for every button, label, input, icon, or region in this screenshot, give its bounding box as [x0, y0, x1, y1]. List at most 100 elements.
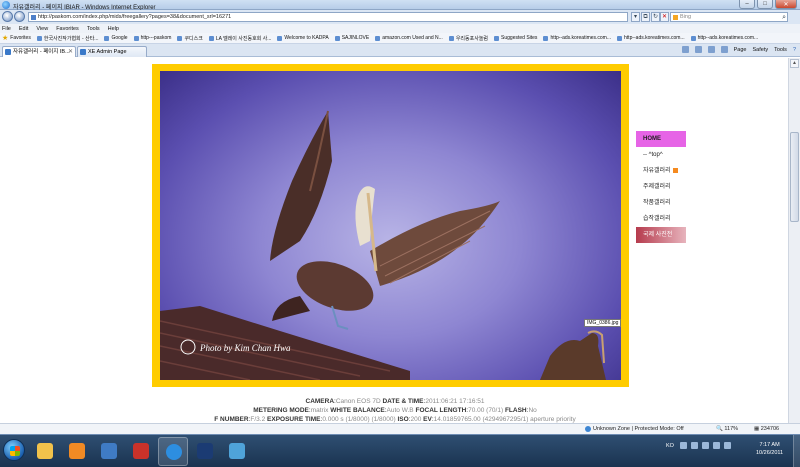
vertical-scrollbar[interactable]: ▲ ▼	[788, 58, 800, 434]
zoom-level[interactable]: 🔍 117%	[716, 424, 738, 434]
minimize-button[interactable]: –	[739, 0, 755, 9]
safety-menu[interactable]: Safety	[753, 47, 769, 53]
tools-menu[interactable]: Tools	[774, 47, 787, 53]
search-icon[interactable]: ⌕	[782, 13, 786, 22]
favorite-link[interactable]: LA 델레이 사진동호회 사...	[208, 35, 272, 42]
exif-info: CAMERA:Canon EOS 7D DATE & TIME:2011:06:…	[150, 397, 640, 424]
tab-admin[interactable]: XE Admin Page	[77, 46, 147, 57]
datetime-value: 2011:06:21 17:16:51	[425, 398, 485, 405]
site-icon	[334, 35, 340, 41]
clock-date: 10/26/2011	[756, 450, 784, 456]
start-button[interactable]	[3, 439, 25, 461]
page-menu[interactable]: Page	[734, 47, 747, 53]
maximize-button[interactable]: □	[757, 0, 773, 9]
favorite-link[interactable]: http--ads.koreatimes.com...	[543, 35, 611, 41]
scroll-thumb[interactable]	[790, 132, 799, 222]
url-field[interactable]: http://paskom.com/index.php/mids/freegal…	[28, 12, 628, 22]
tray-icon[interactable]	[680, 442, 687, 449]
stop-button[interactable]: ✕	[660, 12, 669, 22]
taskbar-media-player[interactable]	[62, 437, 92, 466]
tray-icon[interactable]	[691, 442, 698, 449]
scroll-up-icon[interactable]: ▲	[790, 59, 799, 68]
favorite-link-label: LA 델레이 사진동호회 사...	[215, 35, 272, 42]
menu-file[interactable]: File	[2, 26, 11, 32]
menu-free-gallery[interactable]: 자유갤러리	[636, 163, 686, 179]
menu-favorites[interactable]: Favorites	[56, 26, 79, 32]
site-icon	[133, 35, 139, 41]
pelican-photo[interactable]: Photo by Kim Chan Hwa IMG_0386.jpg	[160, 71, 621, 380]
url-dropdown-button[interactable]: ▾	[631, 12, 640, 22]
close-button[interactable]: ✕	[775, 0, 797, 9]
menu-international-exhibition[interactable]: 국제 사진전	[636, 227, 686, 243]
command-bar: Page Safety Tools ?	[681, 46, 796, 53]
favorite-link[interactable]: 쿠디스크	[177, 35, 203, 42]
taskbar-photoshop[interactable]	[190, 437, 220, 466]
favorite-link[interactable]: Google	[104, 35, 128, 41]
favorite-link[interactable]: 한국사진작가협회 - 산타...	[36, 35, 98, 42]
keyboard-language[interactable]: KO	[666, 443, 674, 449]
favorite-link-label: http--ads.koreatimes.com...	[624, 35, 685, 41]
print-icon[interactable]	[720, 46, 728, 53]
rss-icon	[672, 167, 678, 173]
favorite-link[interactable]: http--ads.koreatimes.com...	[617, 35, 685, 41]
menu-practice-gallery[interactable]: 습작갤러리	[636, 211, 686, 227]
close-tab-icon[interactable]: ✕	[68, 47, 73, 57]
menu-home[interactable]: HOME	[636, 131, 686, 147]
flag-icon[interactable]	[724, 442, 731, 449]
home-icon[interactable]	[681, 46, 689, 53]
menu-edit[interactable]: Edit	[19, 26, 28, 32]
taskbar-filezilla[interactable]	[126, 437, 156, 466]
menu-tools[interactable]: Tools	[87, 26, 100, 32]
taskbar-explorer[interactable]	[30, 437, 60, 466]
tray-icons	[680, 442, 731, 449]
photo-frame: Photo by Kim Chan Hwa IMG_0386.jpg	[152, 64, 629, 387]
clock[interactable]: 7:17 AM 10/26/2011	[756, 441, 783, 457]
page-content: Photo by Kim Chan Hwa IMG_0386.jpg HOME …	[0, 58, 788, 434]
network-icon[interactable]	[702, 442, 709, 449]
counter-value: 234706	[760, 426, 780, 432]
menu-works-gallery[interactable]: 작품갤러리	[636, 195, 686, 211]
forward-button[interactable]: ›	[14, 11, 25, 22]
filezilla-icon	[133, 443, 149, 459]
favorite-link[interactable]: SAJINLOVE	[334, 35, 369, 41]
metering-label: METERING MODE	[253, 407, 309, 414]
white-balance-label: WHITE BALANCE	[330, 407, 385, 414]
favorite-link[interactable]: 우리동포사놀럼	[448, 35, 488, 42]
menu-top[interactable]: -- ^top^	[636, 147, 686, 163]
favorites-bar: ★ Favorites 한국사진작가협회 - 산타... Google http…	[0, 33, 800, 44]
taskbar-app[interactable]	[94, 437, 124, 466]
favorite-link[interactable]: Welcome to KADPA	[277, 35, 329, 41]
site-icon	[208, 35, 214, 41]
help-icon[interactable]: ?	[793, 47, 796, 53]
back-button[interactable]: ‹	[2, 11, 13, 22]
page-icon	[31, 15, 36, 20]
focal-length-value: 70.00 (70/1)	[468, 407, 504, 414]
favorite-link[interactable]: http--ads.koreatimes.com...	[690, 35, 758, 41]
favorite-link[interactable]: http---paskom	[133, 35, 171, 41]
favorite-link[interactable]: Suggested Sites	[494, 35, 537, 41]
mail-icon[interactable]	[707, 46, 715, 53]
favorite-link[interactable]: amazon.com Used and N...	[375, 35, 443, 41]
camera-value: Canon EOS 7D	[335, 398, 381, 405]
site-icon	[543, 35, 549, 41]
taskbar-internet-explorer[interactable]	[158, 437, 188, 466]
refresh-button[interactable]: ↻	[651, 12, 660, 22]
favorite-link-label: Google	[111, 35, 128, 41]
search-field[interactable]: Bing ⌕	[670, 12, 788, 22]
compat-view-button[interactable]: ⧉	[641, 12, 650, 22]
white-balance-value: Auto W.B	[386, 407, 414, 414]
exposure-label: EXPOSURE TIME	[267, 416, 321, 423]
menu-theme-gallery[interactable]: 주제갤러리	[636, 179, 686, 195]
taskbar-photo-viewer[interactable]	[222, 437, 252, 466]
show-desktop-button[interactable]	[793, 435, 800, 467]
favorites-button[interactable]: ★ Favorites	[2, 34, 31, 42]
menu-help[interactable]: Help	[108, 26, 119, 32]
feeds-icon[interactable]	[694, 46, 702, 53]
security-zone[interactable]: Unknown Zone | Protected Mode: Off	[585, 424, 684, 434]
tab-gallery[interactable]: 자유갤러리 - 페이지 IB... ✕	[2, 46, 76, 57]
window-controls: – □ ✕	[739, 0, 797, 9]
menu-view[interactable]: View	[36, 26, 48, 32]
side-menu: HOME -- ^top^ 자유갤러리 주제갤러리 작품갤러리 습작갤러리 국제…	[636, 131, 686, 243]
volume-icon[interactable]	[713, 442, 720, 449]
page-icon	[80, 49, 86, 55]
